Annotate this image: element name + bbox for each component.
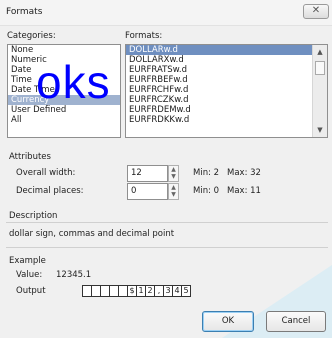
example-value: 12345.1 — [56, 270, 92, 280]
format-item[interactable]: EURFRBEFw.d — [126, 75, 313, 85]
overall-width-label: Overall width: — [16, 168, 76, 178]
scroll-thumb[interactable] — [315, 61, 325, 75]
ok-button[interactable]: OK — [202, 311, 254, 332]
close-icon: ✕ — [311, 5, 321, 16]
title-bar: Formats ✕ — [0, 0, 332, 26]
decimal-places-min: Min: 0 — [193, 186, 220, 196]
spin-down-icon[interactable]: ▼ — [169, 173, 178, 180]
formats-scrollbar[interactable]: ▲ ▼ — [312, 45, 327, 137]
close-button[interactable]: ✕ — [303, 4, 329, 19]
example-output-label: Output — [16, 286, 46, 296]
formats-dialog: Formats ✕ Categories: None Numeric Date Tim… — [0, 0, 332, 338]
formats-label: Formats: — [125, 31, 163, 41]
format-item[interactable]: EURFRATSw.d — [126, 65, 313, 75]
category-item[interactable]: All — [8, 115, 120, 125]
format-item[interactable]: EURFRDKKw.d — [126, 115, 313, 125]
format-item[interactable]: EURFRCHFw.d — [126, 85, 313, 95]
decimal-places-max: Max: 11 — [227, 186, 261, 196]
window-title: Formats — [6, 7, 43, 17]
spin-up-icon[interactable]: ▲ — [169, 166, 178, 173]
decimal-places-input[interactable]: 0 — [127, 183, 168, 200]
decimal-places-spinner[interactable]: ▲ ▼ — [168, 183, 179, 200]
format-item[interactable]: DOLLARw.d — [126, 45, 313, 55]
overall-width-min: Min: 2 — [193, 168, 220, 178]
cancel-button[interactable]: Cancel — [266, 311, 326, 332]
spin-down-icon[interactable]: ▼ — [169, 191, 178, 198]
category-item[interactable]: None — [8, 45, 120, 55]
formats-listbox[interactable]: DOLLARw.d DOLLARXw.d EURFRATSw.d EURFRBEFw.… — [125, 44, 328, 138]
description-divider — [6, 222, 328, 223]
scroll-down-icon[interactable]: ▼ — [315, 125, 325, 135]
example-output-cells: $1 2, 3 4 5 — [82, 285, 191, 297]
description-text: dollar sign, commas and decimal point — [9, 229, 175, 239]
watermark-text: oks — [36, 56, 111, 108]
description-label: Description — [9, 211, 58, 221]
decimal-places-label: Decimal places: — [16, 186, 84, 196]
format-item[interactable]: EURFRDEMw.d — [126, 105, 313, 115]
scroll-up-icon[interactable]: ▲ — [315, 47, 325, 57]
categories-label: Categories: — [7, 31, 56, 41]
description-bottom-divider — [6, 247, 328, 248]
overall-width-spinner[interactable]: ▲ ▼ — [168, 165, 179, 182]
output-cell: 5 — [181, 285, 191, 297]
format-item[interactable]: DOLLARXw.d — [126, 55, 313, 65]
attributes-label: Attributes — [9, 152, 51, 162]
example-value-label: Value: — [16, 270, 43, 280]
format-item[interactable]: EURFRCZKw.d — [126, 95, 313, 105]
overall-width-input[interactable]: 12 — [127, 165, 168, 182]
spin-up-icon[interactable]: ▲ — [169, 184, 178, 191]
overall-width-max: Max: 32 — [227, 168, 261, 178]
example-label: Example — [9, 256, 46, 266]
